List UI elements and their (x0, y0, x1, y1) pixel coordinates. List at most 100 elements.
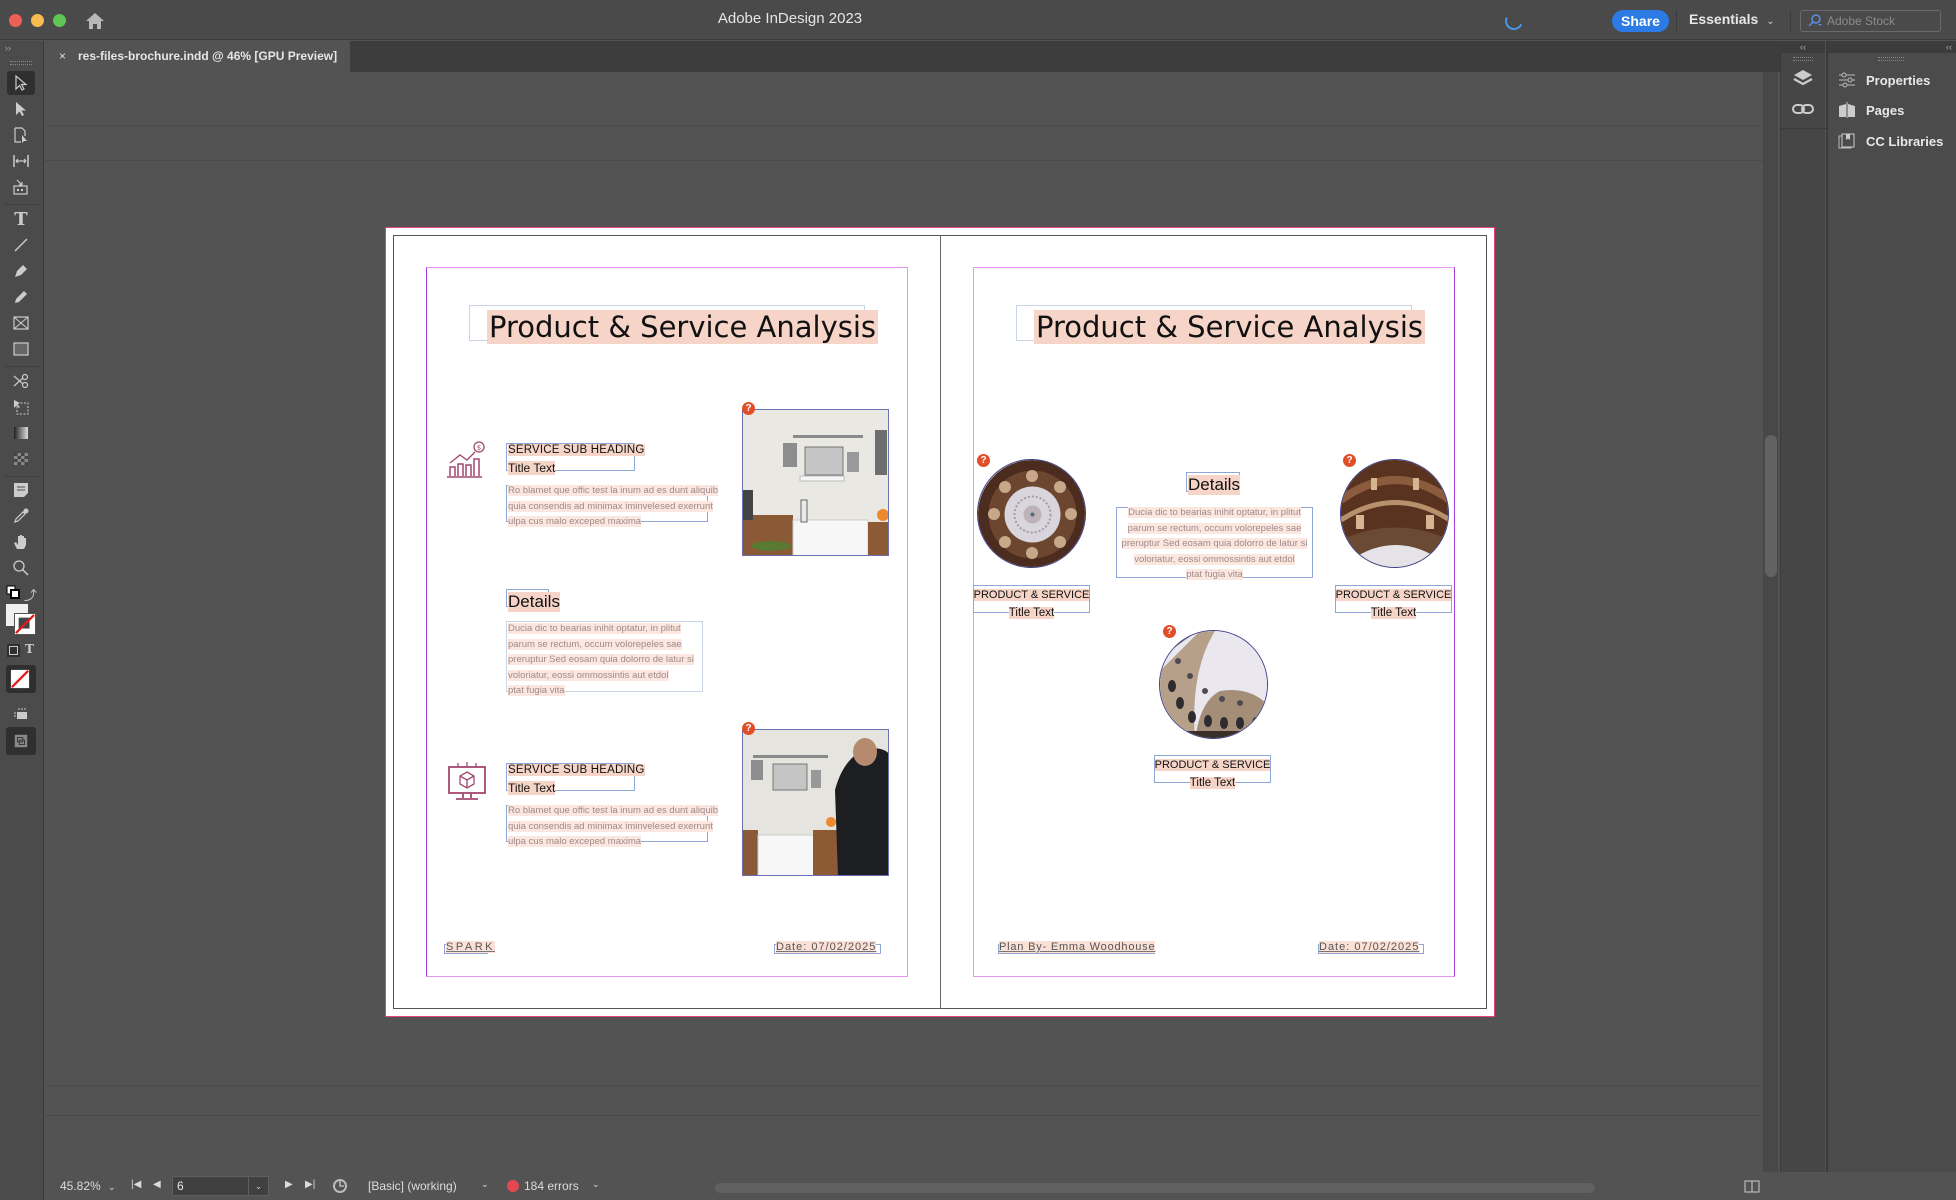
collapse-panel-icon[interactable]: ‹‹ (1828, 41, 1956, 53)
rectangle-icon (13, 342, 29, 356)
document-tab[interactable]: × res-files-brochure.indd @ 46% [GPU Pre… (44, 41, 350, 72)
kitchen-person-image (743, 730, 888, 875)
selection-arrow-icon (15, 74, 28, 91)
layers-icon[interactable] (1792, 69, 1814, 89)
arch-ceiling-photo[interactable] (1340, 459, 1449, 568)
collapse-dock-icon[interactable]: ‹‹ (1781, 41, 1825, 53)
missing-link-warning-icon[interactable]: ? (742, 402, 755, 415)
default-fill-stroke-icon[interactable] (6, 585, 20, 599)
horizontal-scroll-thumb[interactable] (715, 1183, 1595, 1193)
stock-search-input[interactable] (1827, 13, 1937, 29)
content-collector-tool[interactable] (7, 175, 35, 199)
details-body-text[interactable]: Ducia dic to bearias inihit optatur, in … (508, 621, 708, 699)
formatting-affects-container[interactable] (7, 644, 20, 657)
dome-photo[interactable] (977, 459, 1086, 568)
kitchen-sink-photo[interactable] (742, 409, 889, 556)
rectangle-tool[interactable] (7, 337, 35, 361)
panel-pages[interactable]: Pages (1838, 99, 1904, 121)
footer-planner[interactable]: Plan By- Emma Woodhouse (999, 941, 1156, 953)
screen-mode-button[interactable] (7, 702, 35, 726)
formatting-affects-text[interactable]: T (25, 642, 34, 656)
body-line: Ducia dic to bearias inihit optatur, in … (1128, 507, 1301, 518)
rectangle-frame-tool[interactable] (7, 311, 35, 335)
adobe-stock-search[interactable] (1800, 10, 1941, 32)
product-label-group[interactable]: PRODUCT & SERVICE Title Text (1154, 755, 1271, 791)
product-label-group[interactable]: PRODUCT & SERVICE Title Text (1335, 585, 1452, 621)
service-sub-heading[interactable]: SERVICE SUB HEADING (508, 444, 645, 456)
service-title-text[interactable]: Title Text (508, 781, 556, 795)
selection-tool[interactable] (7, 71, 35, 95)
missing-link-warning-icon[interactable]: ? (1163, 625, 1176, 638)
pen-tool[interactable] (7, 259, 35, 283)
line-tool[interactable] (7, 233, 35, 257)
share-button[interactable]: Share (1612, 10, 1669, 32)
links-icon[interactable] (1792, 99, 1814, 119)
swap-fill-stroke-icon[interactable]: ⤴ (24, 585, 37, 604)
page-number-input[interactable] (177, 1179, 247, 1193)
panel-pages-label: Pages (1866, 102, 1905, 118)
footer-brand[interactable]: SPARK (446, 941, 495, 953)
details-body-text[interactable]: Ducia dic to bearias inihit optatur, in … (1106, 505, 1323, 583)
gradient-swatch-tool[interactable] (7, 421, 35, 445)
apply-none-button[interactable] (6, 665, 36, 693)
missing-link-warning-icon[interactable]: ? (977, 454, 990, 467)
service-body-text[interactable]: Ro blamet que offic test la inum ad es d… (508, 803, 719, 850)
panel-grip[interactable] (1878, 57, 1904, 61)
gradient-feather-tool[interactable] (7, 447, 35, 471)
expand-toolbar-icon[interactable]: ›› (5, 43, 11, 53)
stroke-swatch[interactable] (14, 613, 36, 635)
gap-tool[interactable] (7, 149, 35, 173)
preflight-profile-dropdown-icon[interactable]: ⌄ (481, 1179, 489, 1190)
product-label-group[interactable]: PRODUCT & SERVICE Title Text (973, 585, 1090, 621)
preflight-icon[interactable] (333, 1178, 349, 1194)
service-sub-heading[interactable]: SERVICE SUB HEADING (508, 764, 645, 776)
free-transform-tool[interactable] (7, 395, 35, 419)
type-tool[interactable]: T (7, 207, 35, 231)
direct-selection-tool[interactable] (7, 97, 35, 121)
missing-link-warning-icon[interactable]: ? (1343, 454, 1356, 467)
app-title: Adobe InDesign 2023 (717, 10, 863, 27)
panel-properties[interactable]: Properties (1838, 69, 1930, 91)
page-number-field[interactable]: ⌄ (172, 1176, 269, 1196)
service-title-text[interactable]: Title Text (508, 461, 556, 475)
toolbar-grip[interactable] (10, 61, 32, 65)
next-page-button[interactable]: ▶ (285, 1179, 293, 1190)
error-status-icon (507, 1180, 519, 1192)
colosseum-photo[interactable] (1159, 630, 1268, 739)
zoom-tool[interactable] (7, 556, 35, 580)
last-page-button[interactable]: ▶| (305, 1179, 315, 1190)
details-heading[interactable]: Details (1188, 475, 1240, 495)
view-mode-button[interactable] (6, 727, 36, 755)
hand-tool[interactable] (7, 530, 35, 554)
missing-link-warning-icon[interactable]: ? (742, 722, 755, 735)
split-window-icon[interactable] (1744, 1180, 1760, 1193)
note-tool[interactable] (7, 478, 35, 502)
cc-libraries-icon (1838, 133, 1855, 149)
first-page-button[interactable]: |◀ (131, 1179, 141, 1190)
details-heading[interactable]: Details (508, 592, 560, 612)
close-tab-icon[interactable]: × (59, 41, 66, 72)
vertical-scroll-thumb[interactable] (1765, 435, 1777, 577)
right-page-title[interactable]: Product & Service Analysis (1034, 310, 1426, 344)
previous-page-button[interactable]: ◀ (153, 1179, 161, 1190)
errors-dropdown-icon[interactable]: ⌄ (592, 1179, 600, 1190)
page-dropdown-icon[interactable]: ⌄ (248, 1177, 268, 1195)
document-spread[interactable]: Product & Service Analysis $ SERVICE SUB… (385, 227, 1495, 1017)
left-page-title[interactable]: Product & Service Analysis (487, 310, 879, 344)
vertical-scrollbar[interactable] (1763, 72, 1778, 1172)
divider (1781, 128, 1826, 129)
footer-date[interactable]: Date: 07/02/2025 (776, 941, 877, 953)
kitchen-person-photo[interactable] (742, 729, 889, 876)
zoom-level[interactable]: 45.82% ⌄ (60, 1179, 116, 1193)
scissors-tool[interactable] (7, 369, 35, 393)
dock-grip[interactable] (1793, 57, 1813, 61)
eyedropper-tool[interactable] (7, 504, 35, 528)
pencil-tool[interactable] (7, 285, 35, 309)
page-tool[interactable] (7, 123, 35, 147)
workspace-switcher[interactable]: Essentials ⌄ (1689, 11, 1775, 27)
footer-date[interactable]: Date: 07/02/2025 (1319, 941, 1420, 953)
error-count[interactable]: 184 errors (524, 1179, 579, 1193)
service-body-text[interactable]: Ro blamet que offic test la inum ad es d… (508, 483, 719, 530)
panel-cc-libraries[interactable]: CC Libraries (1838, 130, 1943, 152)
preflight-profile[interactable]: [Basic] (working) (368, 1179, 457, 1193)
